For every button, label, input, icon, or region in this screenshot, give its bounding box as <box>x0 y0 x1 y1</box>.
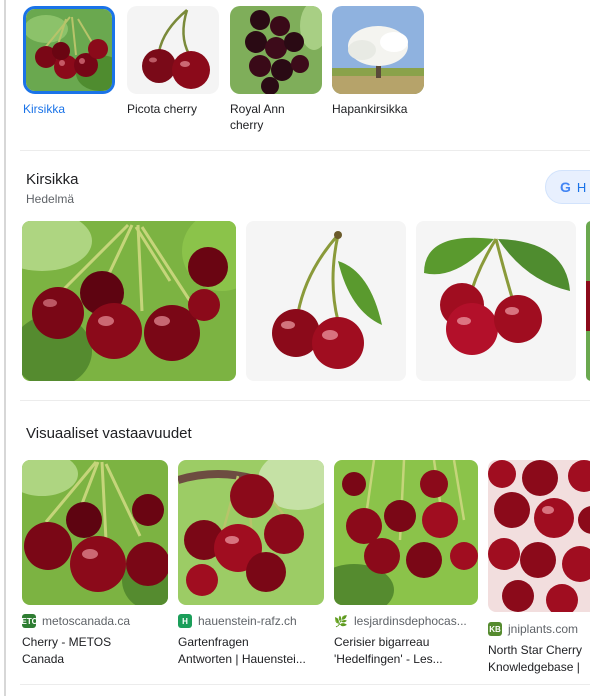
visual-match-card-2[interactable]: H hauenstein-rafz.ch Gartenfragen Antwor… <box>178 460 324 668</box>
visual-match-image <box>488 460 590 612</box>
chip-royal-ann-cherry[interactable]: Royal Ann cherry <box>230 6 322 133</box>
entity-subtitle: Hedelmä <box>26 192 75 206</box>
leaf-favicon-icon: 🌿 <box>334 614 348 628</box>
kb-favicon-icon: KB <box>488 622 502 636</box>
google-search-button[interactable]: G H <box>545 170 590 204</box>
chip-royal-ann-image <box>230 6 322 94</box>
gallery-image-1[interactable] <box>22 221 236 381</box>
section-divider <box>20 150 590 151</box>
visual-match-title: Antworten | Hauenstei... <box>178 652 306 666</box>
gallery-image-3[interactable] <box>416 221 576 381</box>
visual-match-title: Gartenfragen <box>178 635 249 649</box>
google-search-label: H <box>576 179 587 195</box>
left-border <box>4 0 6 696</box>
chip-picota-image <box>127 6 219 94</box>
visual-match-image <box>22 460 168 605</box>
visual-match-title: Knowledgebase | <box>488 660 580 674</box>
visual-match-title: Cherry - METOS <box>22 635 112 649</box>
visual-match-card-3[interactable]: 🌿 lesjardinsdephocas... Cerisier bigarre… <box>334 460 478 668</box>
visual-match-source: METOS metoscanada.ca <box>22 614 131 628</box>
visual-match-title: 'Hedelfingen' - Les... <box>334 652 443 666</box>
chip-hapankirsikka-image <box>332 6 424 94</box>
hauenstein-favicon-icon: H <box>178 614 192 628</box>
related-searches-row: Kirsikka Picota cherry Royal Ann cherry … <box>20 0 590 150</box>
visual-match-image <box>178 460 324 605</box>
chip-hapankirsikka[interactable]: Hapankirsikka <box>332 6 424 117</box>
visual-match-title: North Star Cherry <box>488 643 583 657</box>
chip-label: Royal Ann cherry <box>230 102 285 132</box>
visual-match-source: KB jniplants.com <box>488 622 579 636</box>
visual-match-source: H hauenstein-rafz.ch <box>178 614 324 628</box>
visual-match-image <box>334 460 478 605</box>
visual-match-title: Cerisier bigarreau <box>334 635 430 649</box>
visual-match-card-4[interactable]: KB jniplants.com North Star Cherry Knowl… <box>488 460 590 676</box>
chip-label: Picota cherry <box>127 102 198 116</box>
chip-kirsikka[interactable]: Kirsikka <box>23 6 115 117</box>
chip-kirsikka-image <box>23 6 115 94</box>
entity-title[interactable]: Kirsikka <box>26 171 79 188</box>
visual-matches-title: Visuaaliset vastaavuudet <box>26 425 192 442</box>
gallery-image-2[interactable] <box>246 221 406 381</box>
chip-label: Hapankirsikka <box>332 102 408 116</box>
section-divider <box>20 400 590 401</box>
chip-label: Kirsikka <box>23 102 66 116</box>
visual-match-card-1[interactable]: METOS metoscanada.ca Cherry - METOS Cana… <box>22 460 168 668</box>
google-g-icon: G <box>560 179 571 195</box>
chip-picota-cherry[interactable]: Picota cherry <box>127 6 219 117</box>
metos-favicon-icon: METOS <box>22 614 43 628</box>
section-divider <box>20 684 590 685</box>
gallery-image-4[interactable] <box>586 221 590 381</box>
visual-match-title: Canada <box>22 652 65 666</box>
visual-match-source: 🌿 lesjardinsdephocas... <box>334 614 467 628</box>
